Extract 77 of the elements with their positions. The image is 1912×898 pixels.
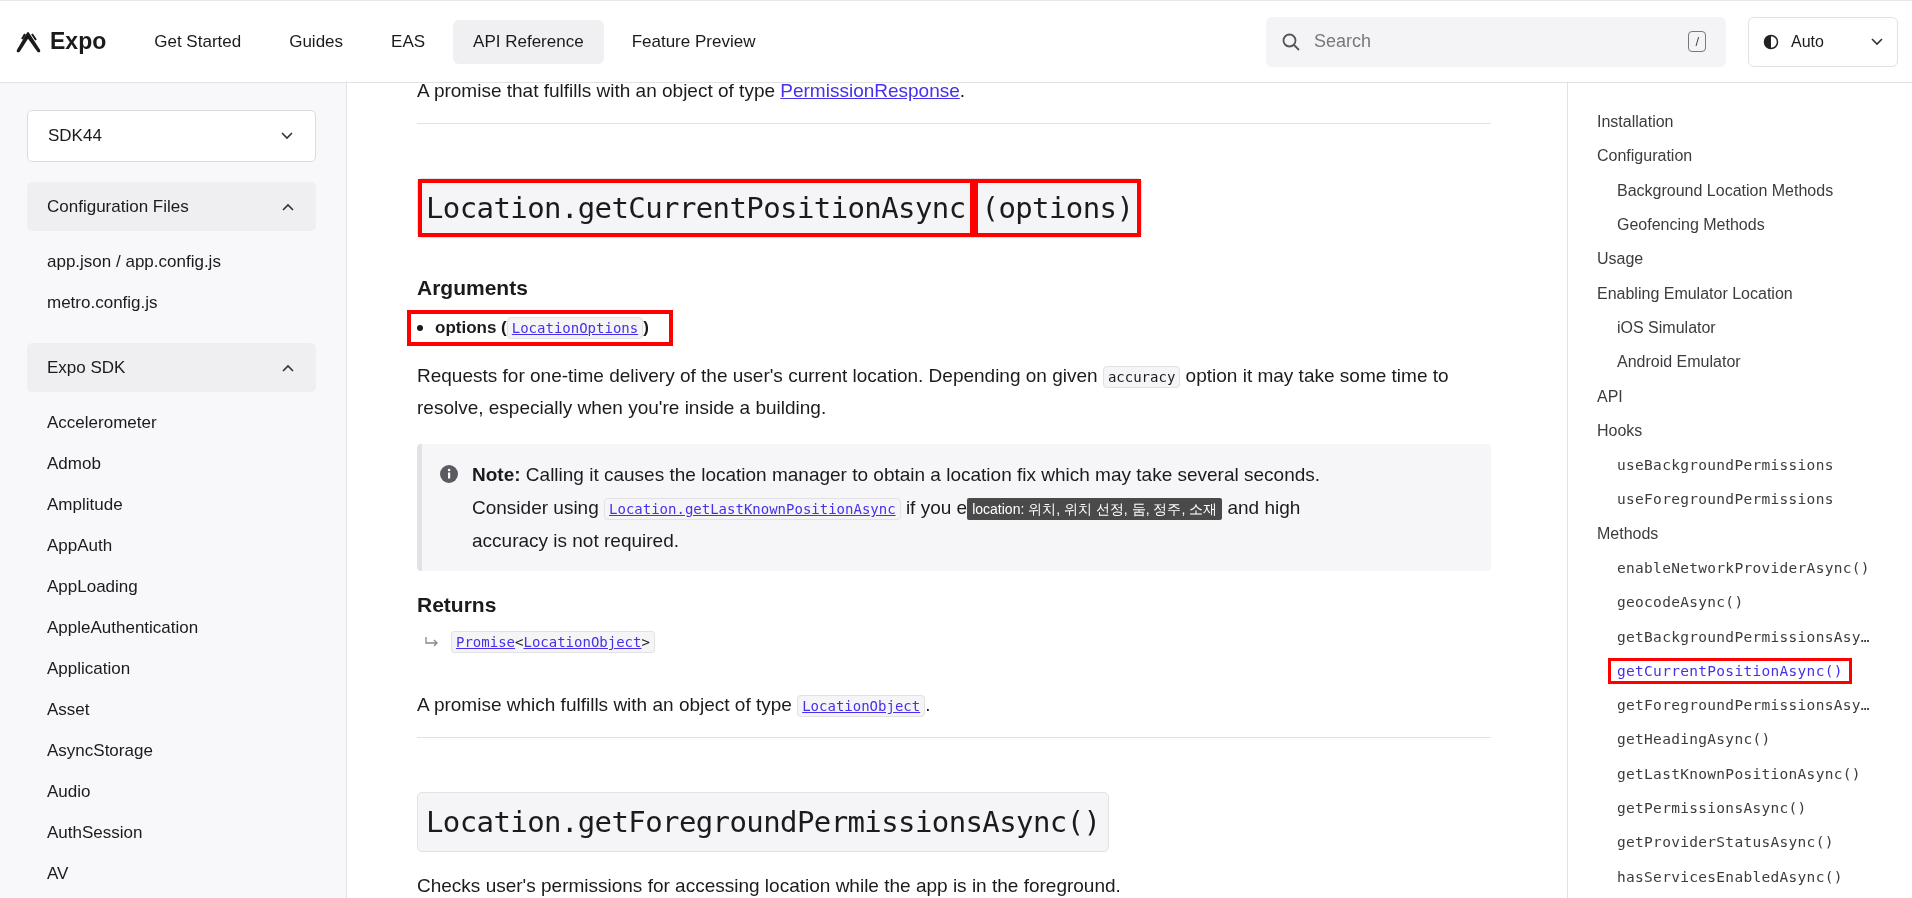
chevron-down-icon: [281, 132, 293, 140]
toc-link[interactable]: Methods: [1588, 519, 1668, 548]
toc-link[interactable]: Geofencing Methods: [1608, 211, 1774, 240]
nav-tab[interactable]: API Reference: [453, 19, 604, 64]
toc-link[interactable]: Hooks: [1588, 416, 1652, 445]
sidebar-link[interactable]: AppLoading: [27, 566, 316, 607]
contrast-icon: [1763, 33, 1779, 50]
nav-tab[interactable]: Guides: [269, 19, 364, 64]
section-header[interactable]: Expo SDK: [27, 343, 316, 392]
shortcut-key: /: [1688, 30, 1706, 52]
section-header[interactable]: Configuration Files: [27, 182, 316, 231]
toc-link[interactable]: getPermissionsAsync(): [1608, 795, 1816, 822]
sidebar-link[interactable]: app.json / app.config.js: [27, 241, 316, 282]
paragraph-text: Requests for one-time delivery of the user's current location. Depending on given accuracy option it may take some time to resolve, especially when you're inside a building.: [417, 364, 1450, 420]
nav-tab[interactable]: Get Started: [134, 19, 262, 64]
toc-link[interactable]: getForegroundPermissionsAsy…: [1608, 692, 1879, 719]
sidebar-link[interactable]: AsyncStorage: [27, 730, 316, 771]
toc-link[interactable]: getCurrentPositionAsync(): [1608, 657, 1852, 684]
code-link[interactable]: Location.getLastKnownPositionAsync: [604, 498, 901, 520]
return-arrow-icon: [425, 636, 439, 648]
return-type: Promise<LocationObject>: [451, 631, 655, 653]
toc-link[interactable]: Configuration: [1588, 142, 1702, 171]
paragraph-text: Checks user's permissions for accessing location while the app is in the foreground.: [417, 874, 1122, 898]
code-link[interactable]: LocationObject: [797, 695, 926, 717]
sidebar-link[interactable]: AV: [27, 853, 316, 894]
toc-link[interactable]: iOS Simulator: [1608, 313, 1725, 342]
argument-text: options ( LocationOptions ): [435, 318, 649, 338]
toc-link[interactable]: getHeadingAsync(): [1608, 726, 1780, 753]
toc-link[interactable]: Android Emulator: [1608, 348, 1750, 377]
sidebar-link[interactable]: Amplitude: [27, 484, 316, 525]
highlighted-code: Location.getCurrentPositionAsync: [418, 179, 974, 237]
toc-link[interactable]: geocodeAsync(): [1608, 589, 1753, 616]
paragraph-text: A promise which fulfills with an object of type LocationObject .: [417, 693, 932, 719]
sidebar-link[interactable]: Accelerometer: [27, 402, 316, 443]
heading-code: Location.getForegroundPermissionsAsync(): [425, 804, 1102, 841]
version-select[interactable]: SDK44: [27, 110, 316, 162]
code-link[interactable]: LocationOptions: [506, 317, 644, 339]
toc-link[interactable]: getBackgroundPermissionsAsy…: [1608, 623, 1879, 650]
toc-link[interactable]: Usage: [1588, 245, 1653, 274]
sidebar-link[interactable]: Admob: [27, 443, 316, 484]
sidebar-link[interactable]: metro.config.js: [27, 282, 316, 323]
chevron-up-icon: [282, 202, 294, 211]
theme-select[interactable]: Auto: [1748, 16, 1898, 67]
sidebar-link[interactable]: Asset: [27, 689, 316, 730]
chevron-down-icon: [1871, 37, 1883, 46]
paragraph-text: A promise that fulfills with an object of type PermissionResponse.: [417, 83, 967, 103]
expo-logo-icon[interactable]: [16, 29, 42, 54]
logo-text[interactable]: Expo: [50, 28, 107, 55]
toc-link[interactable]: Background Location Methods: [1608, 176, 1843, 205]
chevron-up-icon: [282, 363, 294, 372]
note-text: Note: Calling it causes the location manager to obtain a location fix which may take several seconds. Consider using Location.getLastKnownPositionAsync if you e location: 위치, 위치 선정, 둠, 정주, 소재 and high accuracy is not required.: [472, 463, 1322, 553]
type-link[interactable]: Promise: [456, 634, 515, 650]
sidebar-link[interactable]: AuthSession: [27, 812, 316, 853]
info-icon: [440, 465, 458, 483]
search-icon: [1282, 32, 1300, 51]
tooltip: location: 위치, 위치 선정, 둠, 정주, 소재: [967, 498, 1223, 520]
section-heading: Arguments: [417, 276, 529, 300]
toc-link[interactable]: useBackgroundPermissions: [1608, 452, 1843, 479]
highlighted-code: (options): [973, 179, 1142, 237]
toc-link[interactable]: enableNetworkProviderAsync(): [1608, 555, 1879, 581]
nav-tab[interactable]: Feature Preview: [611, 19, 776, 64]
toc-link[interactable]: API: [1588, 382, 1632, 411]
inline-link[interactable]: PermissionResponse: [780, 83, 960, 101]
toc-link[interactable]: Enabling Emulator Location: [1588, 279, 1802, 308]
toc-link[interactable]: hasServicesEnabledAsync(): [1608, 863, 1852, 890]
toc-link[interactable]: useForegroundPermissions: [1608, 486, 1843, 513]
toc-link[interactable]: getProviderStatusAsync(): [1608, 829, 1843, 856]
toc-link[interactable]: getLastKnownPositionAsync(): [1608, 760, 1870, 787]
section-heading: Returns: [417, 593, 498, 617]
nav-tab[interactable]: EAS: [371, 19, 446, 64]
sidebar-link[interactable]: Audio: [27, 771, 316, 812]
sidebar-link[interactable]: AppAuth: [27, 525, 316, 566]
type-link[interactable]: LocationObject: [523, 634, 642, 650]
sidebar-link[interactable]: AppleAuthentication: [27, 607, 316, 648]
sidebar-link[interactable]: Application: [27, 648, 316, 689]
inline-code: accuracy: [1102, 366, 1181, 388]
toc-link[interactable]: Installation: [1588, 108, 1683, 137]
